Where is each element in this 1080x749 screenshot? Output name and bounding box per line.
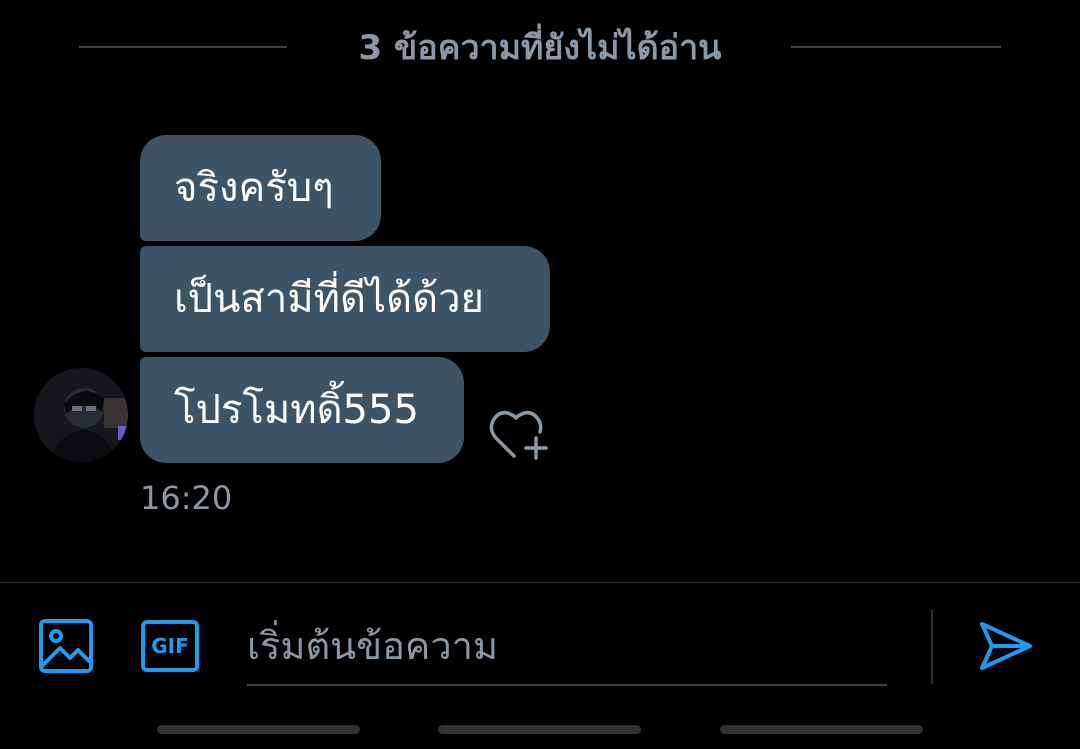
unread-divider-line-right [791, 46, 1001, 48]
composer-divider [0, 582, 1080, 583]
bottom-indicator [438, 725, 641, 734]
message-bubble[interactable]: โปรโมทดิ้555 [140, 357, 464, 463]
image-icon[interactable] [38, 618, 94, 674]
composer-separator [931, 610, 933, 684]
heart-plus-icon[interactable] [486, 404, 550, 464]
message-timestamp: 16:20 [140, 479, 233, 517]
bottom-indicator [720, 725, 923, 734]
dm-conversation-screen: 3 ข้อความที่ยังไม่ได้อ่าน จริงครับๆ เป็น… [0, 0, 1080, 749]
unread-divider-label: 3 ข้อความที่ยังไม่ได้อ่าน [358, 28, 722, 68]
message-bubble[interactable]: จริงครับๆ [140, 135, 381, 241]
unread-divider-line-left [79, 46, 287, 48]
gif-icon[interactable]: GIF [141, 620, 199, 672]
send-icon[interactable] [978, 618, 1034, 674]
bottom-indicator [157, 725, 360, 734]
sender-avatar[interactable] [34, 368, 128, 462]
message-bubble[interactable]: เป็นสามีที่ดีได้ด้วย [140, 246, 550, 352]
message-input[interactable] [247, 608, 887, 686]
